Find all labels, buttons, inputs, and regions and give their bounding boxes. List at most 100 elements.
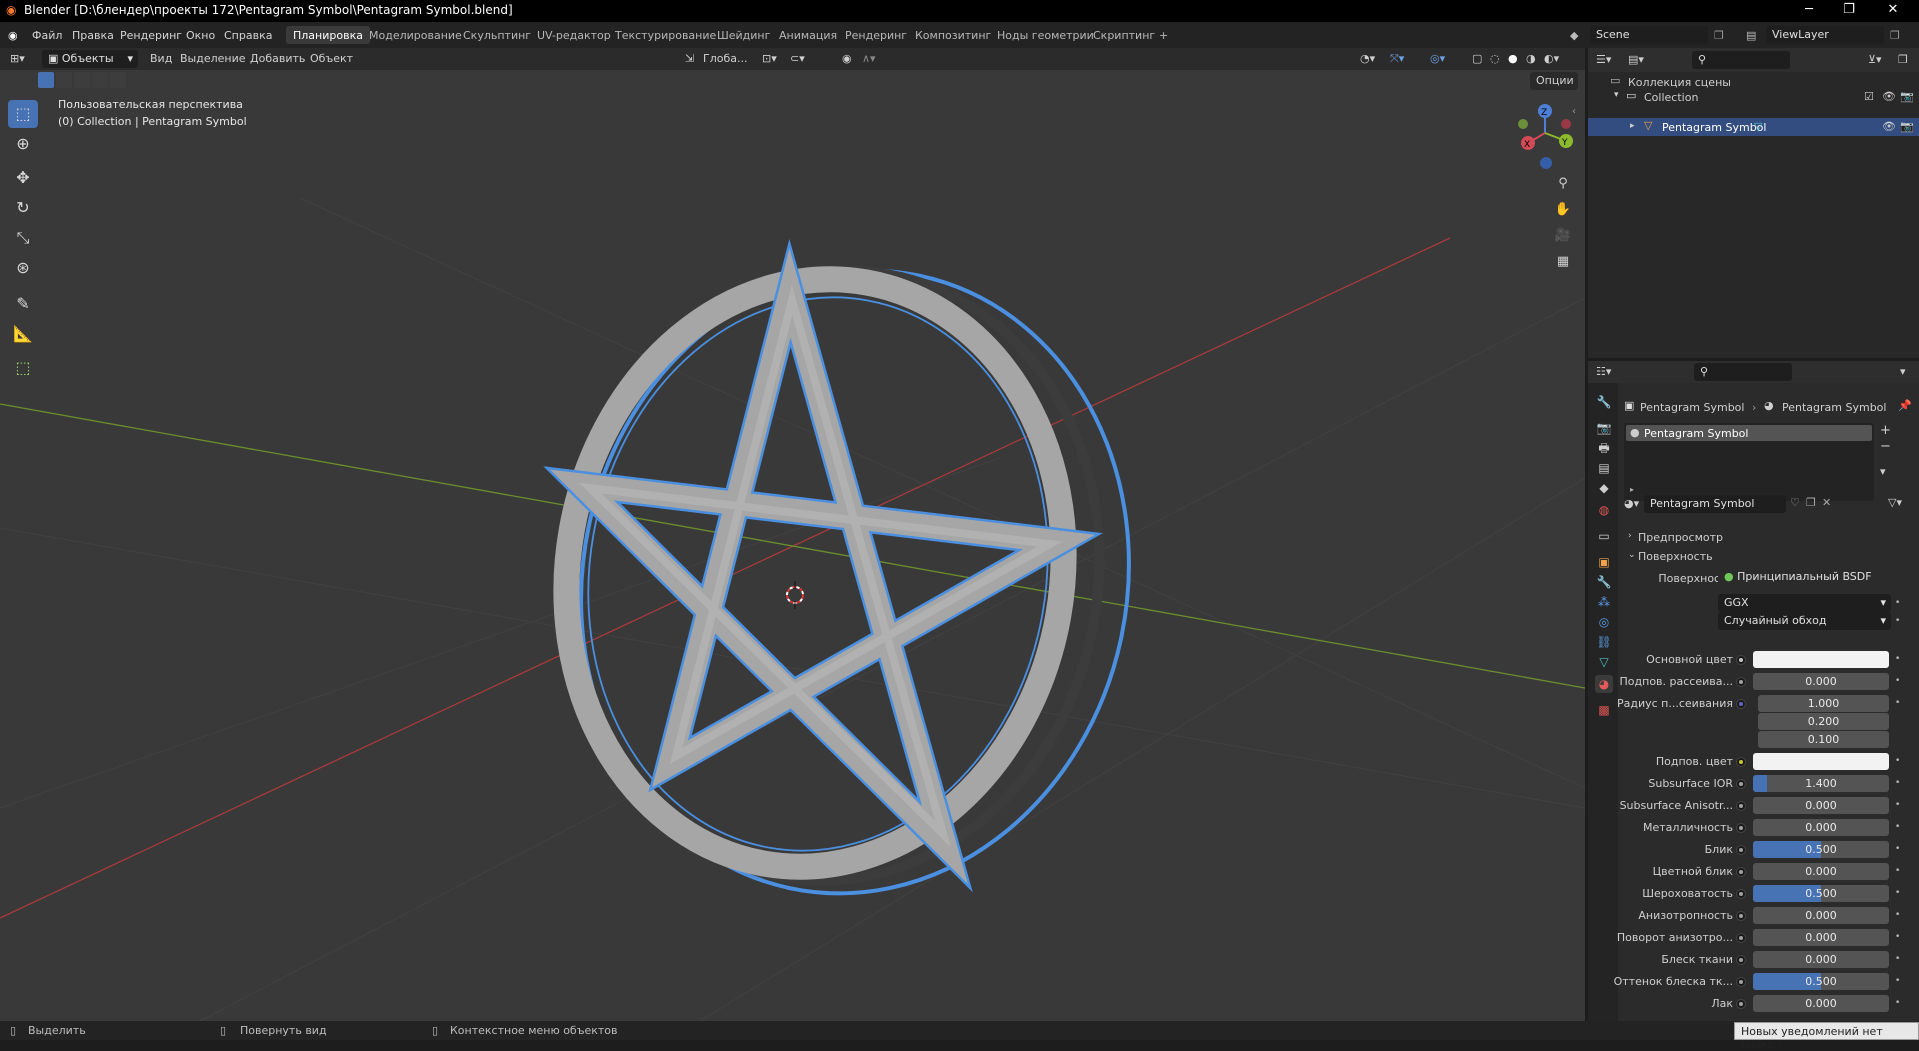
- physics-icon[interactable]: ◎: [1595, 613, 1613, 631]
- keyframe-dot-icon[interactable]: •: [1895, 676, 1905, 686]
- object-render-icon[interactable]: 📷: [1900, 120, 1914, 133]
- xray-icon[interactable]: ▢: [1472, 52, 1482, 65]
- keyframe-dot-icon[interactable]: •: [1895, 976, 1905, 986]
- duplicate-material-icon[interactable]: ❐: [1806, 496, 1816, 509]
- select-intersect-icon[interactable]: [110, 72, 126, 88]
- socket-dot-icon[interactable]: [1736, 779, 1746, 789]
- expand-collection-icon[interactable]: ▾: [1614, 90, 1619, 100]
- viewport-scene[interactable]: Z X Y: [0, 48, 1585, 1021]
- texture-icon[interactable]: ▩: [1595, 701, 1613, 719]
- annotate-icon[interactable]: ✎: [8, 290, 38, 318]
- move-icon[interactable]: ✥: [8, 164, 38, 192]
- editor-type-icon[interactable]: ☰▾: [1596, 53, 1611, 66]
- socket-dot-icon[interactable]: [1736, 999, 1746, 1009]
- blender-menu-icon[interactable]: ◉: [8, 29, 18, 42]
- object-label[interactable]: Pentagram Symbol: [1662, 121, 1766, 134]
- sidebar-toggle-icon[interactable]: ‹: [1572, 106, 1576, 117]
- pentagram-object[interactable]: [521, 219, 1187, 944]
- tab-modeling[interactable]: Моделирование: [362, 26, 469, 44]
- new-collection-icon[interactable]: ❐: [1898, 53, 1908, 66]
- cursor-icon[interactable]: ⊕: [8, 130, 38, 158]
- display-mode-icon[interactable]: ▤▾: [1628, 53, 1644, 66]
- camera-icon[interactable]: 🎥: [1551, 224, 1575, 248]
- select-subtract-icon[interactable]: [74, 72, 90, 88]
- socket-dot-icon[interactable]: [1736, 677, 1746, 687]
- data-icon[interactable]: ▽: [1595, 653, 1613, 671]
- close-icon[interactable]: ✕: [1878, 2, 1908, 17]
- collapse-surface-icon[interactable]: ⌄: [1628, 550, 1636, 560]
- add-slot-icon[interactable]: +: [1880, 423, 1891, 438]
- unlink-material-icon[interactable]: ✕: [1822, 496, 1831, 509]
- measure-icon[interactable]: 📐: [8, 320, 38, 348]
- tab-uv-editor[interactable]: UV-редактор: [530, 26, 618, 44]
- collection-icon[interactable]: ▭: [1595, 527, 1613, 545]
- new-view-layer-icon[interactable]: ❐: [1890, 29, 1900, 42]
- value-slider[interactable]: 1.400: [1753, 775, 1889, 792]
- new-scene-icon[interactable]: ❐: [1714, 29, 1724, 42]
- link-mode-icon[interactable]: ▽▾: [1888, 496, 1902, 509]
- wireframe-shading-icon[interactable]: ◌: [1490, 52, 1500, 65]
- modifier-icon[interactable]: 🔧: [1595, 573, 1613, 591]
- keyframe-dot-icon[interactable]: •: [1895, 888, 1905, 898]
- editor-type-icon[interactable]: ☷▾: [1596, 365, 1611, 378]
- tab-scripting[interactable]: Скриптинг: [1086, 26, 1162, 44]
- socket-dot-icon[interactable]: [1736, 655, 1746, 665]
- tab-shading[interactable]: Шейдинг: [710, 26, 777, 44]
- value-slider[interactable]: 0.000: [1753, 995, 1889, 1012]
- keyframe-dot-icon[interactable]: •: [1895, 932, 1905, 942]
- scale-icon[interactable]: ⤡: [8, 224, 38, 252]
- mesh-data-icon[interactable]: ▽: [1754, 120, 1762, 133]
- editor-type-icon[interactable]: ⊞▾: [10, 52, 25, 65]
- mode-selector[interactable]: ▣ Объекты ▾: [42, 50, 138, 68]
- tab-compositing[interactable]: Композитинг: [908, 26, 998, 44]
- 3d-cursor[interactable]: [786, 581, 804, 609]
- pin-icon[interactable]: 📌: [1898, 399, 1912, 412]
- tool-icon[interactable]: 🔧: [1595, 393, 1613, 411]
- zoom-icon[interactable]: ⚲: [1551, 172, 1575, 196]
- menu-object[interactable]: Объект: [310, 52, 353, 65]
- menu-window[interactable]: Окно: [186, 29, 215, 42]
- rotate-icon[interactable]: ↻: [8, 194, 38, 222]
- socket-dot-icon[interactable]: [1736, 867, 1746, 877]
- keyframe-dot-icon[interactable]: •: [1895, 654, 1905, 664]
- tab-layout[interactable]: Планировка: [286, 26, 370, 44]
- material-slot-list[interactable]: ● Pentagram Symbol ▸: [1624, 423, 1874, 501]
- menu-file[interactable]: Файл: [32, 29, 62, 42]
- socket-dot-icon[interactable]: [1736, 699, 1746, 709]
- overlays-icon[interactable]: ◎▾: [1430, 52, 1445, 65]
- select-extend-icon[interactable]: [56, 72, 72, 88]
- menu-edit[interactable]: Правка: [72, 29, 114, 42]
- keyframe-dot-icon[interactable]: •: [1895, 800, 1905, 810]
- color-swatch[interactable]: [1753, 753, 1889, 770]
- keyframe-dot-icon[interactable]: •: [1895, 698, 1905, 708]
- hand-icon[interactable]: ✋: [1551, 198, 1575, 222]
- keyframe-dot-icon[interactable]: •: [1895, 616, 1905, 626]
- value-slider[interactable]: 0.000: [1753, 863, 1889, 880]
- object-visibility-icon[interactable]: 👁: [1882, 120, 1896, 133]
- fake-user-icon[interactable]: ♡: [1790, 496, 1800, 509]
- collection-render-icon[interactable]: 📷: [1900, 90, 1914, 103]
- value-slider[interactable]: 0.000: [1753, 929, 1889, 946]
- material-shading-icon[interactable]: ◑: [1526, 52, 1536, 65]
- socket-dot-icon[interactable]: [1736, 801, 1746, 811]
- keyframe-dot-icon[interactable]: •: [1895, 756, 1905, 766]
- add-cube-icon[interactable]: ⬚: [8, 354, 38, 382]
- value-slider[interactable]: 0.500: [1753, 973, 1889, 990]
- value-slider[interactable]: 0.000: [1753, 797, 1889, 814]
- select-box-icon[interactable]: ⬚: [8, 100, 38, 128]
- tab-texture-paint[interactable]: Текстурирование: [608, 26, 723, 44]
- vector-component-field[interactable]: 0.200: [1758, 713, 1889, 730]
- visibility-icon[interactable]: ◔▾: [1360, 52, 1375, 65]
- socket-dot-icon[interactable]: [1736, 823, 1746, 833]
- keyframe-dot-icon[interactable]: •: [1895, 844, 1905, 854]
- transform-orientation-dropdown[interactable]: Глоба...: [703, 52, 747, 65]
- collection-visibility-icon[interactable]: 👁: [1882, 90, 1896, 103]
- vector-component-field[interactable]: 1.000: [1758, 695, 1889, 712]
- keyframe-dot-icon[interactable]: •: [1895, 954, 1905, 964]
- section-surface[interactable]: Поверхность: [1638, 550, 1713, 563]
- proportional-edit-icon[interactable]: ◉: [842, 52, 852, 65]
- falloff-icon[interactable]: ∧▾: [862, 52, 876, 65]
- menu-render[interactable]: Рендеринг: [120, 29, 182, 42]
- color-swatch[interactable]: [1753, 651, 1889, 668]
- material-slot-row[interactable]: ● Pentagram Symbol: [1626, 425, 1872, 441]
